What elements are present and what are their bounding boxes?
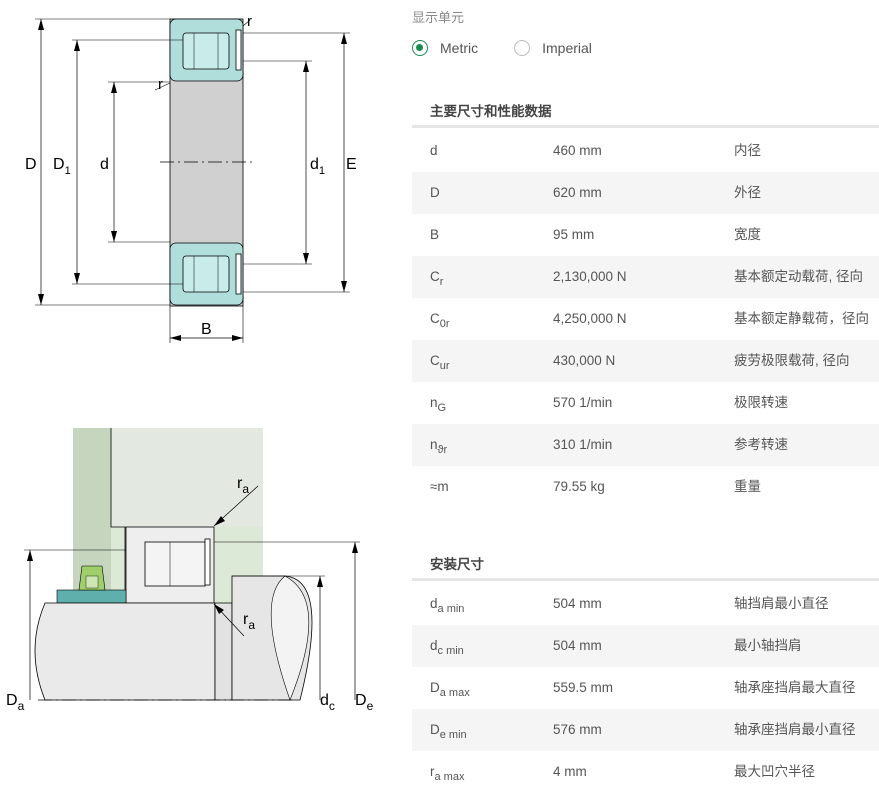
section-divider xyxy=(412,125,879,128)
param-description: 最小轴挡肩 xyxy=(734,638,802,653)
param-value: 95 mm xyxy=(553,227,595,242)
param-value: 460 mm xyxy=(553,143,602,158)
mounting-dimensions-section: 安装尺寸 da min 504 mm 轴挡肩最小直径 dc min 504 mm 最小轴挡… xyxy=(412,552,879,793)
param-symbol: Cur xyxy=(430,353,450,372)
param-description: 疲劳极限载荷, 径向 xyxy=(734,353,850,368)
label-r-mid: r xyxy=(158,76,163,93)
param-description: 基本额定静载荷，径向 xyxy=(734,311,869,326)
label-r-top: r xyxy=(247,13,252,30)
unit-selector-label: 显示单元 xyxy=(412,10,465,25)
main-dimensions-section: 主要尺寸和性能数据 d 460 mm 内径 D 620 mm 外径 B 95 mm 宽度 Cr 2,… xyxy=(412,99,879,508)
param-symbol: nϑr xyxy=(430,437,448,456)
table-row: da min 504 mm 轴挡肩最小直径 xyxy=(412,583,879,625)
table-row: Cr 2,130,000 N 基本额定动载荷, 径向 xyxy=(412,256,879,298)
label-D1: D1 xyxy=(53,156,71,177)
unit-selector: Metric Imperial xyxy=(412,36,628,60)
table-row: B 95 mm 宽度 xyxy=(412,214,879,256)
table-row: ra max 4 mm 最大凹穴半径 xyxy=(412,751,879,793)
radio-imperial[interactable]: Imperial xyxy=(514,40,592,56)
param-symbol: Cr xyxy=(430,269,444,288)
label-dc: dc xyxy=(320,692,335,713)
param-description: 重量 xyxy=(734,479,761,494)
param-description: 基本额定动载荷, 径向 xyxy=(734,269,864,284)
param-description: 内径 xyxy=(734,143,761,158)
param-symbol: C0r xyxy=(430,311,450,330)
label-d1: d1 xyxy=(310,156,325,177)
param-value: 310 1/min xyxy=(553,437,613,452)
param-description: 外径 xyxy=(734,185,761,200)
label-ra-bottom: ra xyxy=(243,611,255,632)
param-value: 430,000 N xyxy=(553,353,616,368)
label-d: d xyxy=(100,156,109,173)
param-symbol: ra max xyxy=(430,764,465,783)
param-symbol: B xyxy=(430,227,440,242)
param-value: 4,250,000 N xyxy=(553,311,627,326)
param-value: 4 mm xyxy=(553,764,587,779)
label-De: De xyxy=(355,692,374,713)
label-E: E xyxy=(346,156,357,173)
table-row: Da max 559.5 mm 轴承座挡肩最大直径 xyxy=(412,667,879,709)
label-B: B xyxy=(201,321,212,338)
bearing-cross-section-diagram: D D1 d d1 E B r r xyxy=(25,13,357,343)
param-description: 最大凹穴半径 xyxy=(734,764,815,779)
table-row: Cur 430,000 N 疲劳极限载荷, 径向 xyxy=(412,340,879,382)
table-row: D 620 mm 外径 xyxy=(412,172,879,214)
param-symbol: Da max xyxy=(430,680,470,699)
label-Da: Da xyxy=(6,692,25,713)
radio-unselected-icon xyxy=(514,40,531,56)
param-description: 轴承座挡肩最大直径 xyxy=(734,680,856,695)
param-symbol: De min xyxy=(430,722,467,741)
table-row: d 460 mm 内径 xyxy=(412,130,879,172)
table-row: De min 576 mm 轴承座挡肩最小直径 xyxy=(412,709,879,751)
param-value: 576 mm xyxy=(553,722,602,737)
table-row: C0r 4,250,000 N 基本额定静载荷，径向 xyxy=(412,298,879,340)
param-description: 参考转速 xyxy=(734,437,788,452)
param-symbol: dc min xyxy=(430,638,464,657)
table-row: dc min 504 mm 最小轴挡肩 xyxy=(412,625,879,667)
param-symbol: d xyxy=(430,143,438,158)
table-row: nϑr 310 1/min 参考转速 xyxy=(412,424,879,466)
param-value: 620 mm xyxy=(553,185,602,200)
param-value: 2,130,000 N xyxy=(553,269,627,284)
param-description: 极限转速 xyxy=(734,395,788,410)
param-symbol: nG xyxy=(430,395,447,414)
table-row: nG 570 1/min 极限转速 xyxy=(412,382,879,424)
param-value: 559.5 mm xyxy=(553,680,614,695)
section-title: 主要尺寸和性能数据 xyxy=(430,104,552,119)
section-title: 安装尺寸 xyxy=(430,557,484,572)
radio-metric[interactable]: Metric xyxy=(412,40,478,56)
param-value: 504 mm xyxy=(553,638,602,653)
param-description: 轴承座挡肩最小直径 xyxy=(734,722,856,737)
param-value: 570 1/min xyxy=(553,395,613,410)
label-ra-top: ra xyxy=(237,475,249,496)
param-symbol: D xyxy=(430,185,440,200)
radio-metric-label: Metric xyxy=(440,40,479,56)
param-symbol: da min xyxy=(430,596,465,615)
param-value: 504 mm xyxy=(553,596,602,611)
label-D: D xyxy=(25,156,37,173)
table-row: ≈m 79.55 kg 重量 xyxy=(412,466,879,508)
param-description: 轴挡肩最小直径 xyxy=(734,596,829,611)
radio-imperial-label: Imperial xyxy=(542,40,592,56)
param-symbol: ≈m xyxy=(430,479,449,494)
radio-selected-icon xyxy=(412,40,428,56)
param-description: 宽度 xyxy=(734,227,761,242)
param-value: 79.55 kg xyxy=(553,479,605,494)
section-divider xyxy=(412,578,879,581)
